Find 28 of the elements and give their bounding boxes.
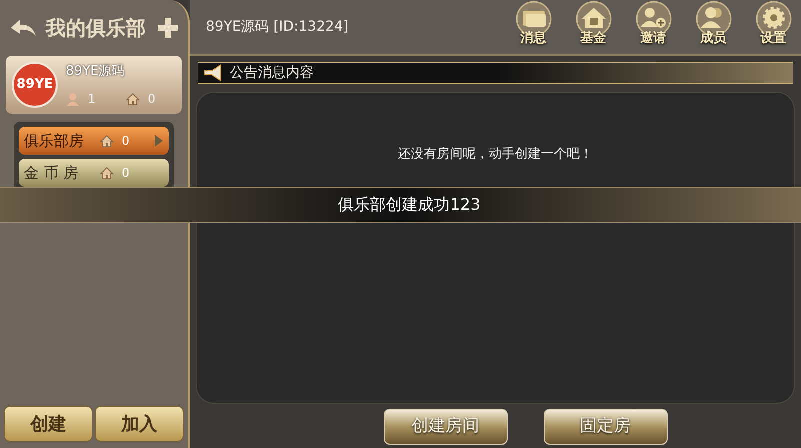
room-type-count: 0 (122, 165, 131, 182)
header-action-button[interactable]: 基金 (570, 1, 617, 53)
header-action-button[interactable]: 设置 (750, 1, 797, 53)
empty-message: 还没有房间呢，动手创建一个吧！ (398, 146, 593, 164)
play-arrow-icon (154, 134, 164, 148)
house-icon (100, 134, 114, 148)
header-action-button[interactable]: 邀请 (630, 1, 677, 53)
sidebar-button[interactable]: 加入 (95, 406, 184, 442)
room-type-tab[interactable]: 金 币 房 0 (19, 159, 169, 187)
house-icon (126, 92, 140, 106)
club-title: 89YE源码 [ID:13224] (206, 18, 350, 36)
member-count: 1 (88, 90, 97, 108)
room-type-count: 0 (122, 133, 131, 150)
club-logo: 89YE (12, 62, 58, 108)
room-type-tab[interactable]: 俱乐部房 0 (19, 127, 169, 155)
toast-message: 俱乐部创建成功123 (338, 194, 481, 216)
house-icon (100, 166, 114, 180)
header-action-button[interactable]: 消息 (510, 1, 557, 53)
sidebar-title: 我的俱乐部 (46, 15, 147, 42)
club-name: 89YE源码 (66, 63, 126, 82)
room-count: 0 (148, 90, 156, 108)
club-card[interactable]: 89YE 89YE源码 1 0 (6, 56, 182, 114)
add-icon (156, 16, 180, 40)
megaphone-icon (202, 63, 224, 83)
header-action-button[interactable]: 成员 (690, 1, 737, 53)
sidebar-button[interactable]: 创建 (4, 406, 93, 442)
notice-title: 公告消息内容 (230, 64, 314, 82)
person-icon (66, 92, 80, 106)
